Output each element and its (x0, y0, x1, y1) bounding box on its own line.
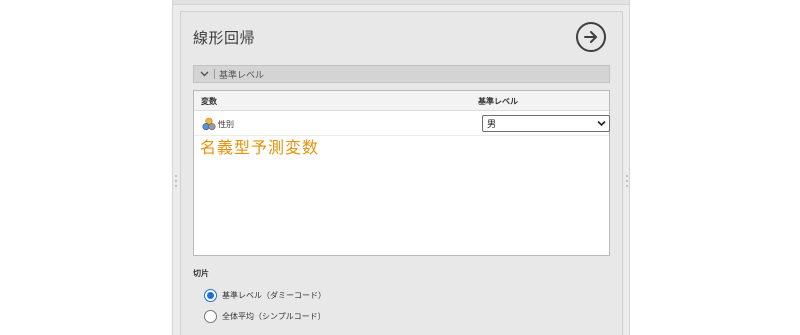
column-header-variable: 変数 (201, 97, 217, 106)
panel-top-strip (173, 0, 629, 5)
analysis-title: 線形回帰 (193, 29, 256, 47)
nominal-variable-icon (202, 117, 216, 131)
right-resize-handle[interactable] (625, 175, 629, 191)
chevron-down-icon[interactable] (194, 71, 214, 77)
radio-button-selected[interactable] (204, 289, 217, 302)
intercept-option-label: 全体平均（シンプルコード） (222, 312, 326, 321)
reference-level-section-header[interactable]: 基準レベル (193, 65, 610, 83)
analysis-options-view: 線形回帰 基準レベル 変数 基準レベル 性別 男 名義型予測変数 切片 基準レベ… (0, 0, 800, 335)
section-label: 基準レベル (219, 70, 265, 81)
table-row: 性別 男 (194, 112, 610, 136)
intercept-option-reference-level[interactable]: 基準レベル（ダミーコード） (204, 289, 326, 302)
intercept-label: 切片 (193, 269, 209, 278)
section-separator (214, 69, 215, 79)
reference-level-select[interactable]: 男 (482, 115, 610, 132)
column-header-reference-level: 基準レベル (478, 97, 518, 106)
table-header: 変数 基準レベル (194, 91, 609, 111)
chevron-down-icon (597, 120, 606, 127)
selected-reference-level: 男 (487, 120, 497, 130)
reference-level-table: 変数 基準レベル 性別 男 (193, 90, 610, 256)
run-arrow-button[interactable] (576, 22, 606, 52)
left-resize-handle[interactable] (174, 175, 178, 191)
intercept-option-grand-mean[interactable]: 全体平均（シンプルコード） (204, 310, 326, 323)
variable-name: 性別 (218, 120, 234, 129)
arrow-right-circle-icon (584, 31, 597, 43)
radio-button[interactable] (204, 310, 217, 323)
nominal-predictor-annotation: 名義型予測変数 (200, 138, 320, 157)
intercept-option-label: 基準レベル（ダミーコード） (222, 291, 326, 300)
